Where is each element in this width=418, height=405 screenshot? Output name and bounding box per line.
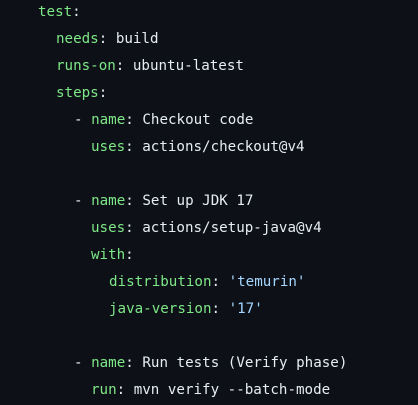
yaml-value: ubuntu-latest [132, 58, 244, 74]
yaml-colon: : [98, 31, 116, 47]
yaml-key: needs [56, 31, 99, 47]
yaml-value: build [115, 31, 159, 47]
yaml-colon: : [125, 112, 143, 128]
yaml-colon: : [211, 274, 229, 290]
yaml-key: name [91, 193, 126, 209]
yaml-key: runs-on [56, 58, 116, 74]
yaml-colon: : [125, 355, 143, 371]
list-dash: - [74, 112, 92, 128]
code-line-distribution: distribution: 'temurin' [109, 272, 305, 292]
code-line-steps: steps: [56, 83, 107, 103]
yaml-value: Set up JDK 17 [142, 193, 254, 209]
code-line-runs-on: runs-on: ubuntu-latest [56, 56, 244, 76]
code-line-step2-uses: uses: actions/setup-java@v4 [91, 218, 322, 238]
yaml-colon: : [211, 301, 229, 317]
yaml-value: actions/setup-java@v4 [142, 220, 322, 236]
yaml-colon: : [125, 247, 134, 263]
yaml-key: with [91, 247, 126, 263]
yaml-string-value: 'temurin' [228, 274, 306, 290]
code-line-step3-name: - name: Run tests (Verify phase) [74, 353, 347, 373]
code-line-step3-run: run: mvn verify --batch-mode [91, 380, 330, 400]
yaml-value: Checkout code [142, 112, 254, 128]
code-line-step1-name: - name: Checkout code [74, 110, 253, 130]
yaml-value: mvn verify --batch-mode [133, 382, 331, 398]
yaml-key: name [91, 112, 126, 128]
yaml-colon: : [116, 382, 134, 398]
yaml-key: uses [91, 220, 126, 236]
yaml-value: actions/checkout@v4 [142, 139, 305, 155]
code-line-step2-with: with: [91, 245, 134, 265]
yaml-colon: : [125, 139, 143, 155]
yaml-key: distribution [109, 274, 212, 290]
yaml-key: java-version [109, 301, 212, 317]
list-dash: - [74, 193, 92, 209]
yaml-colon: : [125, 220, 143, 236]
yaml-string-value: '17' [228, 301, 263, 317]
code-line-needs: needs: build [56, 29, 159, 49]
yaml-key: test [38, 4, 73, 20]
yaml-colon: : [115, 58, 133, 74]
code-line-step1-uses: uses: actions/checkout@v4 [91, 137, 305, 157]
yaml-key: steps [56, 85, 99, 101]
yaml-key: name [91, 355, 126, 371]
code-line-step2-name: - name: Set up JDK 17 [74, 191, 253, 211]
yaml-colon: : [125, 193, 143, 209]
list-dash: - [74, 355, 92, 371]
code-line-java-version: java-version: '17' [109, 299, 263, 319]
yaml-colon: : [98, 85, 108, 101]
yaml-colon: : [72, 4, 81, 20]
code-line-test: test: [38, 2, 81, 22]
yaml-value: Run tests (Verify phase) [142, 355, 348, 371]
yaml-code-view: test: needs: build runs-on: ubuntu-lates… [0, 0, 418, 405]
yaml-key: run [91, 382, 117, 398]
yaml-key: uses [91, 139, 126, 155]
